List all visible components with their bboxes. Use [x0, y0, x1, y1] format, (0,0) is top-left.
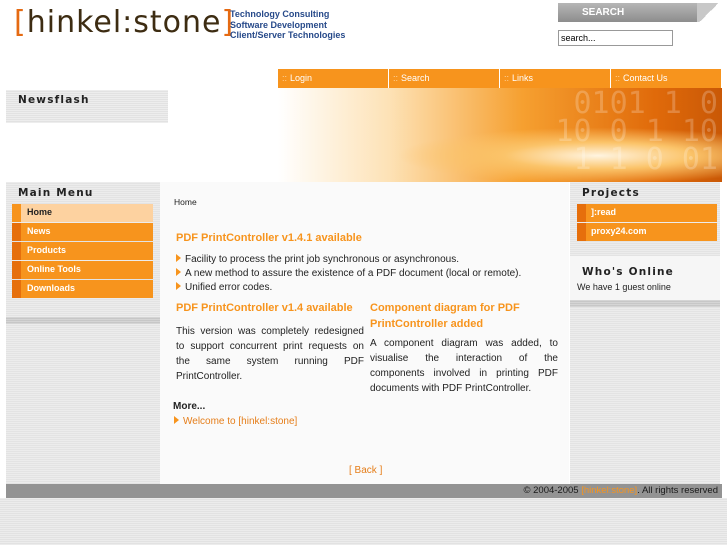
whos-online-heading: Who's Online	[582, 266, 674, 278]
corner-decoration-icon	[697, 3, 721, 22]
newsflash-heading: Newsflash	[18, 94, 90, 106]
right-column: Projects ]:read proxy24.com Who's Online…	[570, 182, 720, 484]
footer-brand-link[interactable]: [hinkel:stone]	[581, 485, 637, 496]
top-nav: :: Login :: Search :: Links :: Contact Us	[278, 69, 722, 88]
link-arrow-icon	[174, 416, 179, 424]
footer-copyright: © 2004-2005	[523, 485, 579, 496]
header-banner: 0101 1 0 10 0 1 10 1 1 0 01	[278, 88, 722, 182]
bullet-arrow-icon	[176, 268, 181, 276]
bullet-arrow-icon	[176, 254, 181, 262]
breadcrumb[interactable]: Home	[174, 197, 197, 207]
article-left-body: This version was completely redesigned t…	[176, 326, 364, 382]
menu-item-downloads[interactable]: Downloads	[12, 280, 153, 298]
menu-item-products[interactable]: Products	[12, 242, 153, 260]
list-item: Facility to process the print job synchr…	[176, 253, 521, 267]
project-item-label: ]:read	[591, 207, 617, 217]
featured-article: PDF PrintController v1.4.1 available	[176, 230, 362, 246]
tab-label: Contact Us	[623, 73, 668, 83]
article-left-title[interactable]: PDF PrintController v1.4 available	[176, 300, 364, 316]
more-heading: More...	[173, 401, 206, 412]
more-link-label: Welcome to [hinkel:stone]	[183, 416, 298, 427]
bullet-text: Facility to process the print job synchr…	[185, 254, 460, 265]
projects-heading: Projects	[582, 187, 640, 199]
search-heading-label: SEARCH	[582, 7, 625, 18]
tab-links[interactable]: :: Links	[500, 69, 611, 88]
tab-separator: ::	[393, 73, 399, 83]
featured-bullets: Facility to process the print job synchr…	[176, 253, 521, 295]
back-link[interactable]: [ Back ]	[349, 465, 382, 476]
main-menu-heading: Main Menu	[18, 187, 94, 199]
article-right-body: A component diagram was added, to visual…	[370, 338, 558, 394]
bullet-text: Unified error codes.	[185, 282, 273, 293]
tagline-line-1: Technology Consulting	[230, 9, 330, 19]
tagline: Technology Consulting Software Developme…	[230, 9, 345, 41]
banner-digits-decoration: 0101 1 0 10 0 1 10 1 1 0 01	[555, 88, 718, 177]
tagline-line-3: Client/Server Technologies	[230, 30, 346, 40]
menu-item-online-tools[interactable]: Online Tools	[12, 261, 153, 279]
tab-label: Links	[512, 73, 534, 83]
menu-item-label: News	[27, 226, 51, 236]
project-item-read[interactable]: ]:read	[577, 204, 717, 222]
footer-rights: . All rights reserved	[637, 485, 718, 496]
logo-bracket-open: [	[14, 5, 27, 40]
list-item: Unified error codes.	[176, 281, 521, 295]
article-left: PDF PrintController v1.4 available This …	[176, 300, 364, 384]
featured-article-title[interactable]: PDF PrintController v1.4.1 available	[176, 230, 362, 246]
menu-item-label: Products	[27, 245, 67, 255]
logo-name: hinkel:stone	[26, 5, 222, 40]
left-divider	[6, 317, 160, 324]
bullet-arrow-icon	[176, 282, 181, 290]
list-item: A new method to assure the existence of …	[176, 267, 521, 281]
more-link[interactable]: Welcome to [hinkel:stone]	[174, 416, 297, 427]
right-divider	[570, 300, 720, 307]
project-item-proxy24[interactable]: proxy24.com	[577, 223, 717, 241]
site-logo[interactable]: [hinkel:stone]	[14, 5, 234, 40]
search-input[interactable]	[558, 30, 673, 46]
tab-contact-us[interactable]: :: Contact Us	[611, 69, 722, 88]
tab-login[interactable]: :: Login	[278, 69, 389, 88]
search-heading: SEARCH	[558, 3, 721, 22]
project-item-label: proxy24.com	[591, 226, 647, 236]
article-right: Component diagram for PDF PrintControlle…	[370, 300, 558, 396]
menu-item-home[interactable]: Home	[12, 204, 153, 222]
tab-label: Login	[290, 73, 313, 83]
tab-separator: ::	[282, 73, 288, 83]
main-content: Home PDF PrintController v1.4.1 availabl…	[160, 182, 569, 484]
menu-item-news[interactable]: News	[12, 223, 153, 241]
menu-item-label: Online Tools	[27, 264, 81, 274]
tab-label: Search	[401, 73, 430, 83]
tagline-line-2: Software Development	[230, 19, 328, 30]
page-bottom-background	[0, 498, 727, 545]
menu-item-label: Downloads	[27, 283, 76, 293]
whos-online-box: Who's Online We have 1 guest online	[570, 256, 720, 300]
tab-separator: ::	[615, 73, 621, 83]
menu-item-label: Home	[27, 207, 53, 217]
bullet-text: A new method to assure the existence of …	[185, 268, 522, 279]
footer: © 2004-2005 [hinkel:stone]. All rights r…	[6, 484, 722, 498]
article-right-title[interactable]: Component diagram for PDF PrintControlle…	[370, 300, 558, 332]
tab-search[interactable]: :: Search	[389, 69, 500, 88]
whos-online-text: We have 1 guest online	[577, 282, 671, 292]
tab-separator: ::	[504, 73, 510, 83]
newsflash-box: Newsflash	[6, 90, 168, 123]
left-column: Main Menu Home News Products Online Tool…	[6, 182, 160, 484]
